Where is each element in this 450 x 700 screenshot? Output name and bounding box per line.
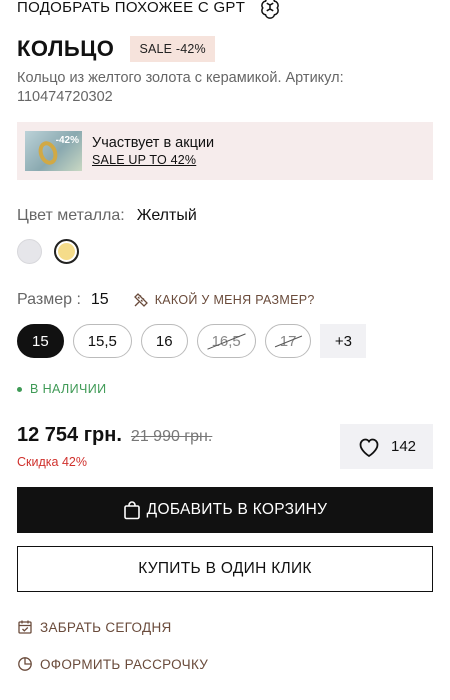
size-option-16[interactable]: 16	[140, 324, 188, 358]
size-options: 15 15,5 16 16,5 17 +3	[17, 324, 367, 358]
size-option-16-5[interactable]: 16,5	[196, 324, 256, 358]
shopping-bag-icon	[123, 501, 140, 520]
promo-link[interactable]: SALE UP TO 42%	[92, 153, 214, 167]
metal-color-value: Желтый	[136, 207, 197, 224]
discount-label: Скидка 42%	[17, 455, 87, 469]
ruler-icon	[133, 293, 148, 307]
installment-link[interactable]: ОФОРМИТЬ РАССРОЧКУ	[17, 656, 208, 672]
more-sizes-button[interactable]: +3	[320, 324, 367, 358]
promo-image-label: -42%	[55, 135, 79, 146]
gpt-similar-link[interactable]: ПОДОБРАТЬ ПОХОЖЕЕ С GPT	[17, 0, 283, 20]
pickup-today-link[interactable]: ЗАБРАТЬ СЕГОДНЯ	[17, 619, 172, 635]
size-label: Размер :	[17, 291, 81, 308]
product-title: КОЛЬЦО	[17, 36, 115, 61]
pie-chart-icon	[18, 657, 32, 671]
calendar-check-icon	[18, 620, 32, 634]
size-row: Размер : 15 КАКОЙ У МЕНЯ РАЗМЕР?	[17, 291, 315, 309]
product-header: КОЛЬЦО SALE -42%	[17, 36, 215, 62]
favorite-button[interactable]: 142	[340, 424, 433, 469]
size-guide-link[interactable]: КАКОЙ У МЕНЯ РАЗМЕР?	[133, 292, 315, 308]
favorite-count: 142	[390, 438, 417, 455]
add-to-cart-label: ДОБАВИТЬ В КОРЗИНУ	[146, 501, 328, 518]
size-guide-label: КАКОЙ У МЕНЯ РАЗМЕР?	[154, 293, 315, 307]
metal-color-label: Цвет металла:	[17, 207, 125, 224]
promo-banner[interactable]: -42% Участвует в акции SALE UP TO 42%	[17, 122, 433, 180]
stock-dot-icon	[17, 386, 22, 392]
price-row: 12 754 грн. 21 990 грн.	[17, 424, 212, 447]
swatch-yellow[interactable]	[54, 239, 79, 264]
size-value: 15	[90, 291, 109, 308]
pickup-today-label: ЗАБРАТЬ СЕГОДНЯ	[40, 619, 172, 635]
add-to-cart-button[interactable]: ДОБАВИТЬ В КОРЗИНУ	[17, 487, 433, 533]
current-price: 12 754 грн.	[17, 424, 122, 446]
heart-icon	[359, 438, 379, 457]
buy-one-click-button[interactable]: КУПИТЬ В ОДИН КЛИК	[17, 546, 433, 592]
old-price: 21 990 грн.	[130, 428, 213, 445]
swatch-white[interactable]	[17, 239, 42, 264]
promo-image: -42%	[25, 131, 82, 171]
installment-label: ОФОРМИТЬ РАССРОЧКУ	[40, 656, 209, 672]
gpt-similar-label: ПОДОБРАТЬ ПОХОЖЕЕ С GPT	[17, 0, 246, 16]
product-description: Кольцо из желтого золота с керамикой. Ар…	[17, 70, 344, 105]
sale-badge: SALE -42%	[130, 36, 215, 62]
size-option-15[interactable]: 15	[17, 324, 64, 358]
size-option-17[interactable]: 17	[264, 324, 312, 358]
metal-color-row: Цвет металла: Желтый	[17, 207, 197, 225]
stock-label: В НАЛИЧИИ	[30, 382, 107, 396]
metal-swatches	[17, 239, 79, 264]
size-option-15-5[interactable]: 15,5	[72, 324, 132, 358]
promo-text: Участвует в акции SALE UP TO 42%	[92, 135, 214, 167]
stock-status: В НАЛИЧИИ	[17, 382, 107, 396]
openai-icon	[261, 0, 280, 19]
promo-title: Участвует в акции	[92, 135, 215, 151]
